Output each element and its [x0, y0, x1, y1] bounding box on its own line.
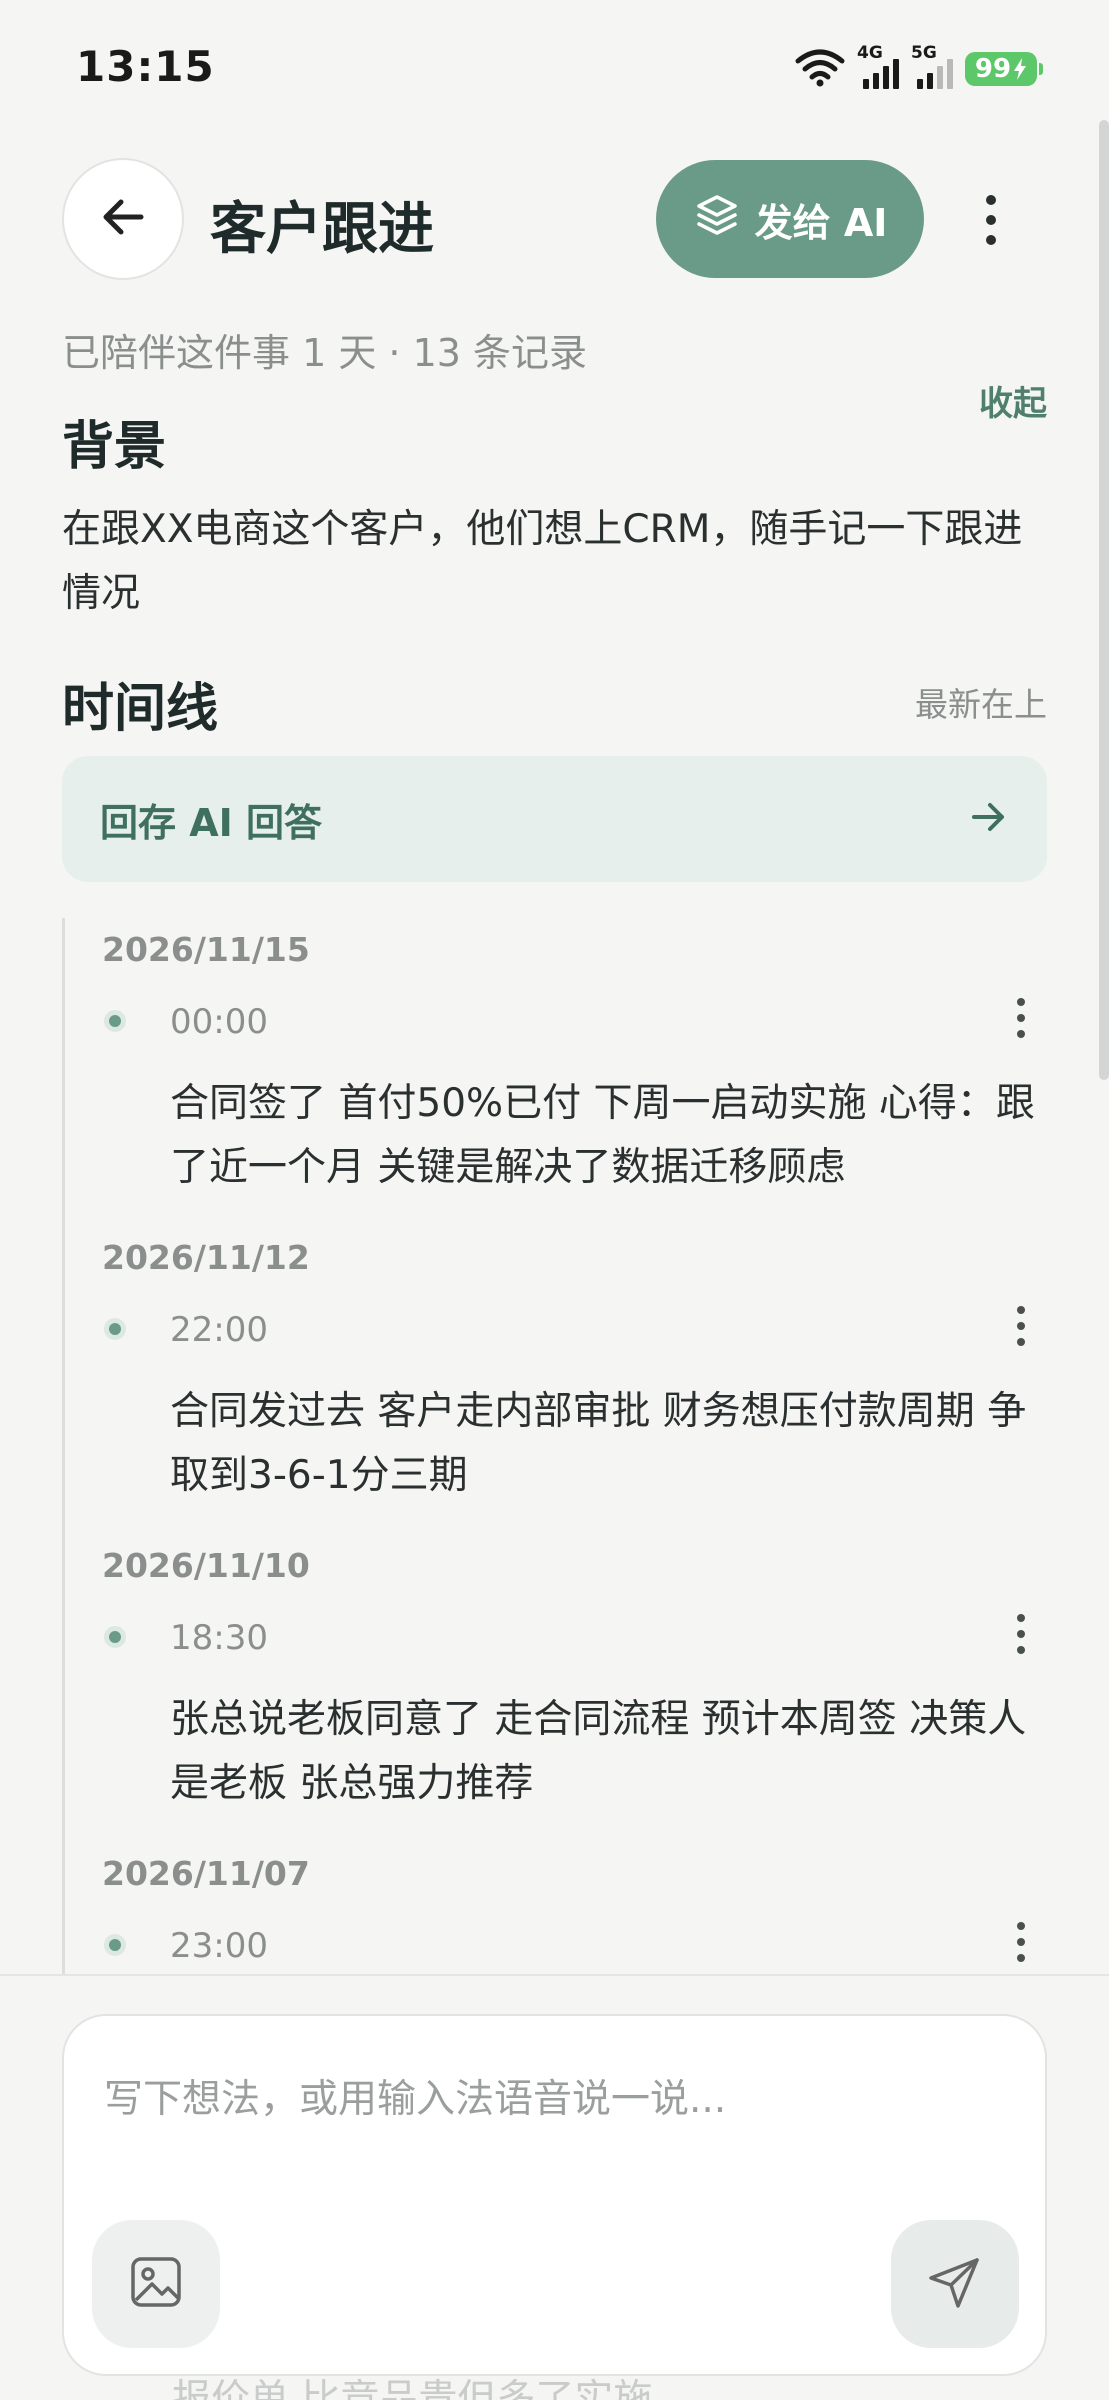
timeline: 2026/11/15 00:00 合同签了 首付50%已付 下周一启动实施 心得…: [62, 918, 1047, 1974]
timeline-date: 2026/11/07: [102, 1854, 310, 1893]
more-vertical-icon: [1017, 1922, 1025, 1962]
more-vertical-icon: [1017, 1306, 1025, 1346]
more-vertical-icon: [1017, 998, 1025, 1038]
back-arrow-icon: [97, 191, 149, 247]
signal-icon: 4G: [857, 43, 899, 89]
send-button[interactable]: [891, 2220, 1019, 2348]
timeline-time: 18:30: [170, 1618, 268, 1658]
send-to-ai-button[interactable]: 发给 AI: [656, 160, 924, 278]
background-title: 背景: [62, 417, 167, 477]
status-time: 13:15: [76, 42, 215, 91]
timeline-dot: [104, 1934, 126, 1956]
timeline-entry-text: 合同签了 首付50%已付 下周一启动实施 心得：跟了近一个月 关键是解决了数据迁…: [170, 1081, 1035, 1190]
timeline-date: 2026/11/12: [102, 1238, 310, 1277]
timeline-time: 23:00: [170, 1926, 268, 1966]
signal-icon: 5G: [911, 43, 953, 89]
wifi-icon: [795, 47, 845, 91]
timeline-entry-text: 张总说老板同意了 走合同流程 预计本周签 决策人是老板 张总强力推荐: [170, 1697, 1027, 1806]
timeline-dot: [104, 1010, 126, 1032]
add-image-button[interactable]: [92, 2220, 220, 2348]
more-options-button[interactable]: [960, 170, 1022, 270]
send-icon: [927, 2254, 983, 2314]
timeline-dot: [104, 1318, 126, 1340]
timeline-date: 2026/11/15: [102, 930, 310, 969]
entry-more-button[interactable]: [1006, 988, 1036, 1048]
more-vertical-icon: [1017, 1614, 1025, 1654]
save-ai-answer-label: 回存 AI 回答: [100, 800, 323, 845]
network-label-1: 4G: [857, 43, 883, 63]
save-ai-answer-card[interactable]: 回存 AI 回答: [62, 756, 1047, 882]
timeline-rail: [62, 918, 65, 1974]
background-text: 在跟XX电商这个客户，他们想上CRM，随手记一下跟进情况: [62, 507, 1023, 616]
timeline-entry-text: 合同发过去 客户走内部审批 财务想压付款周期 争取到3-6-1分三期: [170, 1389, 1027, 1498]
timeline-date: 2026/11/10: [102, 1546, 310, 1585]
collapse-button[interactable]: 收起: [979, 376, 1047, 425]
timeline-title: 时间线: [62, 679, 219, 739]
scrollbar[interactable]: [1099, 120, 1109, 1080]
status-icons: 4G 5G 99: [795, 43, 1043, 92]
entry-more-button[interactable]: [1006, 1604, 1036, 1664]
entry-more-button[interactable]: [1006, 1912, 1036, 1972]
composer: [62, 2014, 1047, 2376]
layers-icon: [693, 191, 741, 248]
timeline-time: 00:00: [170, 1002, 268, 1042]
entry-more-button[interactable]: [1006, 1296, 1036, 1356]
record-meta: 已陪伴这件事 1 天 · 13 条记录: [62, 331, 588, 375]
page-title: 客户跟进: [210, 197, 434, 262]
more-vertical-icon: [986, 195, 996, 245]
sort-hint[interactable]: 最新在上: [915, 678, 1047, 726]
back-button[interactable]: [62, 158, 184, 280]
status-bar: 13:15 4G 5G 99: [0, 0, 1109, 130]
battery-icon: 99: [965, 52, 1043, 86]
network-label-2: 5G: [911, 43, 937, 63]
timeline-dot: [104, 1626, 126, 1648]
note-input[interactable]: [104, 2064, 1004, 2134]
battery-level: 99: [974, 54, 1012, 84]
arrow-right-icon: [969, 797, 1009, 841]
image-icon: [128, 2254, 184, 2314]
send-to-ai-label: 发给 AI: [754, 200, 888, 245]
timeline-time: 22:00: [170, 1310, 268, 1350]
